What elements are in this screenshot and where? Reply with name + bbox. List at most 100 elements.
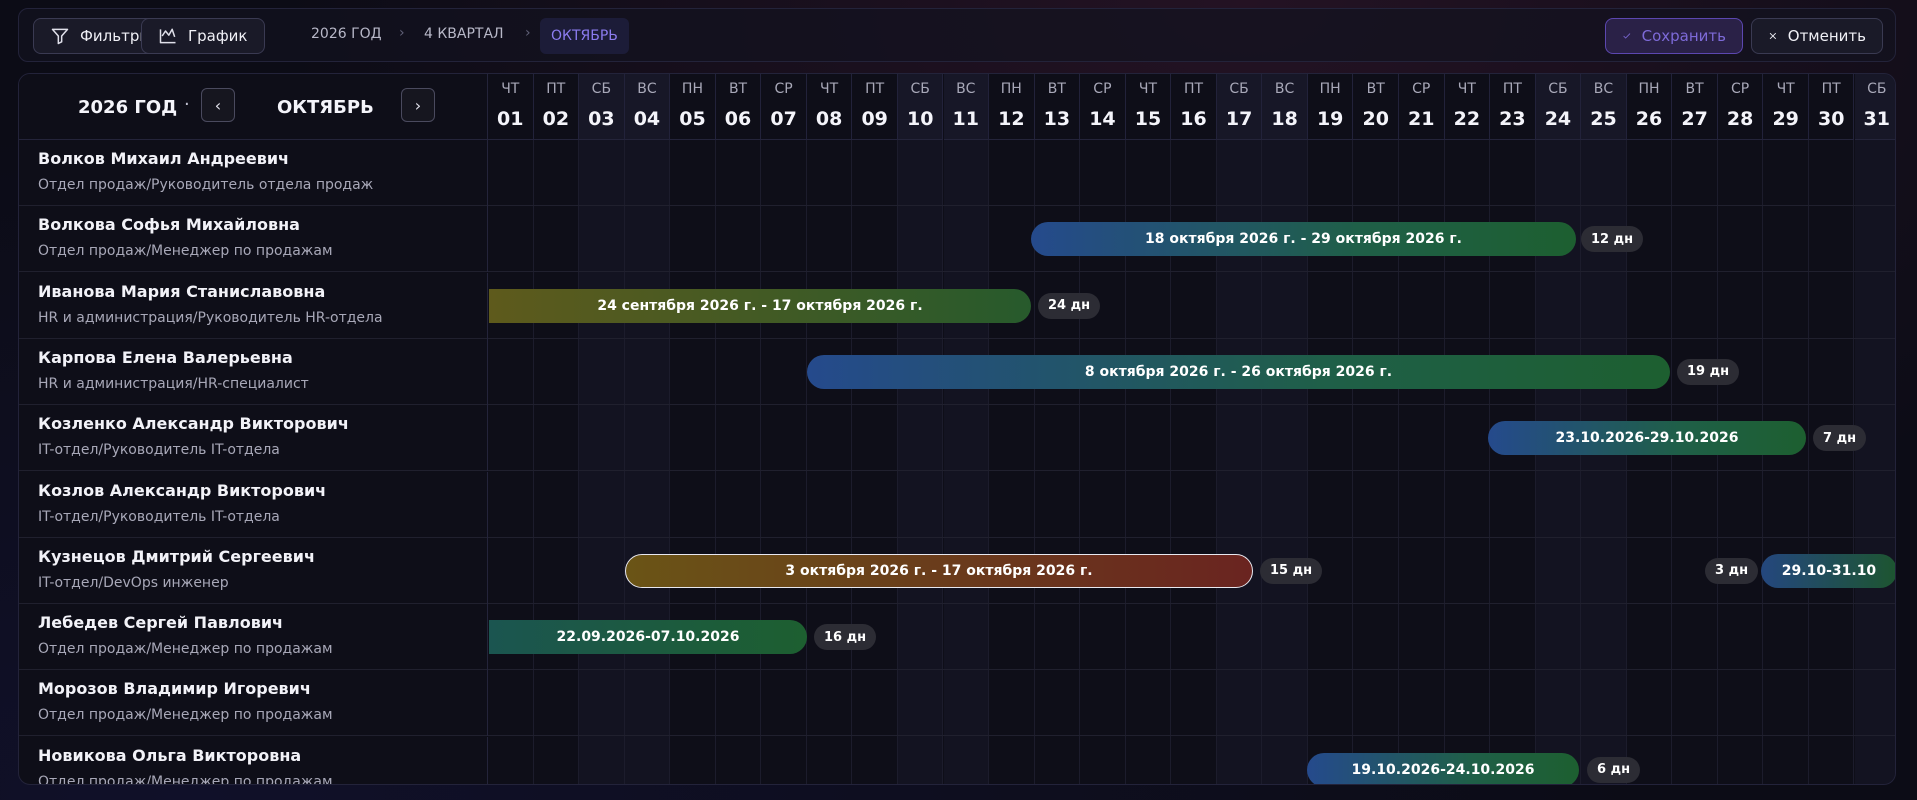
employee-department: Отдел продаж/Менеджер по продажам [38, 707, 333, 724]
day-header-22: ЧТ 22 [1444, 74, 1491, 140]
vacation-dates: 8 октября 2026 г. - 26 октября 2026 г. [1084, 363, 1393, 380]
day-number: 13 [1043, 108, 1071, 130]
day-of-week: ПТ [1183, 81, 1204, 97]
separator-dot: · [184, 94, 190, 115]
month-label: ОКТЯБРЬ [277, 97, 374, 118]
day-number: 24 [1544, 108, 1572, 130]
top-toolbar: Фильтры График 2026 ГОД › 4 КВАРТАЛ › ОК… [18, 8, 1896, 62]
day-header-06: ВТ 06 [715, 74, 762, 140]
day-of-week: ПН [1319, 81, 1341, 97]
day-number: 02 [542, 108, 570, 130]
employee-name: Козленко Александр Викторович [38, 414, 349, 434]
day-of-week: ПТ [1502, 81, 1522, 97]
employee-info: Иванова Мария Станиславовна HR и админист… [19, 272, 488, 339]
breadcrumb-separator-icon: › [399, 25, 405, 41]
day-header-20: ВТ 20 [1353, 74, 1399, 140]
employee-name: Кузнецов Дмитрий Сергеевич [38, 546, 315, 566]
next-month-button[interactable]: › [401, 88, 435, 122]
vacation-schedule: 2026 ГОД · ‹ ОКТЯБРЬ › ЧТ 01 ПТ 02 СБ 03 ВС 04 П… [18, 73, 1896, 785]
close-icon [1769, 32, 1777, 40]
employee-department: Отдел продаж/Руководитель отдела продаж [38, 177, 374, 193]
calendar-nav: 2026 ГОД · ‹ ОКТЯБРЬ › [19, 74, 488, 140]
day-header-27: ВТ 27 [1672, 74, 1718, 140]
vacation-dates: 29.10-31.10 [1781, 562, 1877, 579]
vacation-dates: 24 сентября 2026 г. - 17 октября 2026 г. [597, 297, 923, 314]
save-button[interactable]: Сохранить [1605, 18, 1743, 54]
vacation-dates: 19.10.2026-24.10.2026 [1351, 761, 1535, 778]
day-of-week: ВС [956, 81, 976, 97]
vacation-days: 3 дн [1715, 563, 1749, 579]
day-of-week: ПН [681, 81, 703, 97]
prev-month-button[interactable]: ‹ [201, 88, 235, 122]
day-of-week: ВТ [728, 81, 748, 97]
employee-row[interactable]: Козлов Александр Викторович IT-отдел/Руко… [19, 471, 1895, 538]
employee-name: Козлов Александр Викторович [38, 480, 327, 500]
vacation-bar[interactable]: 19.10.2026-24.10.2026 [1307, 752, 1579, 784]
day-of-week: ВТ [1047, 81, 1066, 97]
chart-icon [159, 28, 176, 44]
day-number: 19 [1316, 108, 1344, 130]
day-of-week: СР [774, 81, 793, 97]
day-header-02: ПТ 02 [533, 74, 580, 140]
day-number: 06 [724, 108, 752, 130]
day-number: 21 [1408, 108, 1435, 130]
vacation-days-badge: 15 дн [1260, 557, 1323, 584]
day-of-week: ЧТ [501, 81, 520, 97]
vacation-bar[interactable]: 29.10-31.10 [1761, 553, 1895, 588]
day-number: 10 [906, 108, 934, 130]
day-number: 12 [998, 108, 1025, 130]
employee-row[interactable]: Лебедев Сергей Павлович Отдел продаж/Мене… [19, 604, 1895, 671]
employee-department: Отдел продаж/Менеджер по продажам [38, 641, 333, 658]
vacation-bar[interactable]: 23.10.2026-29.10.2026 [1488, 421, 1806, 456]
breadcrumb-month[interactable]: ОКТЯБРЬ [540, 18, 629, 54]
vacation-days: 6 дн [1597, 762, 1631, 778]
day-number: 31 [1863, 108, 1890, 130]
day-number: 04 [633, 108, 661, 130]
cancel-label: Отменить [1787, 27, 1866, 45]
day-header-04: ВС 04 [624, 74, 671, 140]
day-of-week: ВС [1593, 81, 1614, 97]
day-header-15: ЧТ 15 [1125, 74, 1172, 140]
day-of-week: ЧТ [1138, 81, 1158, 97]
vacation-dates: 22.09.2026-07.10.2026 [556, 629, 740, 646]
employee-info: Морозов Владимир Игоревич Отдел продаж/Ме… [19, 670, 488, 737]
day-header-12: ПН 12 [989, 74, 1035, 140]
vacation-days-badge: 19 дн [1677, 358, 1740, 385]
vacation-bar[interactable]: 24 сентября 2026 г. - 17 октября 2026 г. [489, 288, 1031, 323]
day-of-week: СБ [1867, 81, 1887, 97]
day-header-28: СР 28 [1717, 74, 1764, 140]
employee-row[interactable]: Волков Михаил Андреевич Отдел продаж/Руко… [19, 140, 1895, 206]
day-header-24: СБ 24 [1535, 74, 1582, 140]
day-of-week: ПН [1638, 81, 1660, 97]
vacation-bar[interactable]: 22.09.2026-07.10.2026 [489, 620, 807, 655]
employee-department: IT-отдел/Руководитель IT-отдела [38, 442, 280, 459]
day-header-11: ВС 11 [943, 74, 990, 140]
day-number: 28 [1726, 108, 1754, 130]
employee-department: Отдел продаж/Менеджер по продажам [38, 243, 333, 260]
day-of-week: ЧТ [1457, 81, 1476, 97]
day-of-week: ПТ [546, 81, 566, 97]
breadcrumb-year[interactable]: 2026 ГОД [311, 26, 382, 42]
day-header-08: ЧТ 08 [806, 74, 853, 140]
vacation-dates: 18 октября 2026 г. - 29 октября 2026 г. [1145, 231, 1462, 248]
employee-row[interactable]: Морозов Владимир Игоревич Отдел продаж/Ме… [19, 670, 1895, 737]
chart-button[interactable]: График [141, 18, 265, 54]
breadcrumb-quarter[interactable]: 4 КВАРТАЛ [424, 26, 504, 42]
cancel-button[interactable]: Отменить [1751, 18, 1883, 54]
day-number: 20 [1362, 108, 1389, 130]
vacation-bar[interactable]: 3 октября 2026 г. - 17 октября 2026 г. [625, 553, 1253, 588]
day-number: 18 [1271, 108, 1298, 130]
day-number: 23 [1499, 108, 1526, 130]
employee-department: HR и администрация/Руководитель HR-отдел… [38, 309, 383, 326]
employee-info: Козлов Александр Викторович IT-отдел/Руко… [19, 471, 488, 538]
day-of-week: СБ [910, 81, 930, 97]
employee-department: HR и администрация/HR-специалист [38, 375, 309, 392]
vacation-bar[interactable]: 18 октября 2026 г. - 29 октября 2026 г. [1031, 222, 1576, 257]
vacation-days: 24 дн [1048, 298, 1091, 314]
day-number: 08 [815, 108, 843, 130]
day-of-week: СБ [591, 81, 612, 97]
day-header-29: ЧТ 29 [1763, 74, 1809, 140]
employee-info: Волков Михаил Андреевич Отдел продаж/Руко… [19, 140, 488, 206]
day-header-17: СБ 17 [1216, 74, 1263, 140]
vacation-bar[interactable]: 8 октября 2026 г. - 26 октября 2026 г. [807, 354, 1670, 389]
